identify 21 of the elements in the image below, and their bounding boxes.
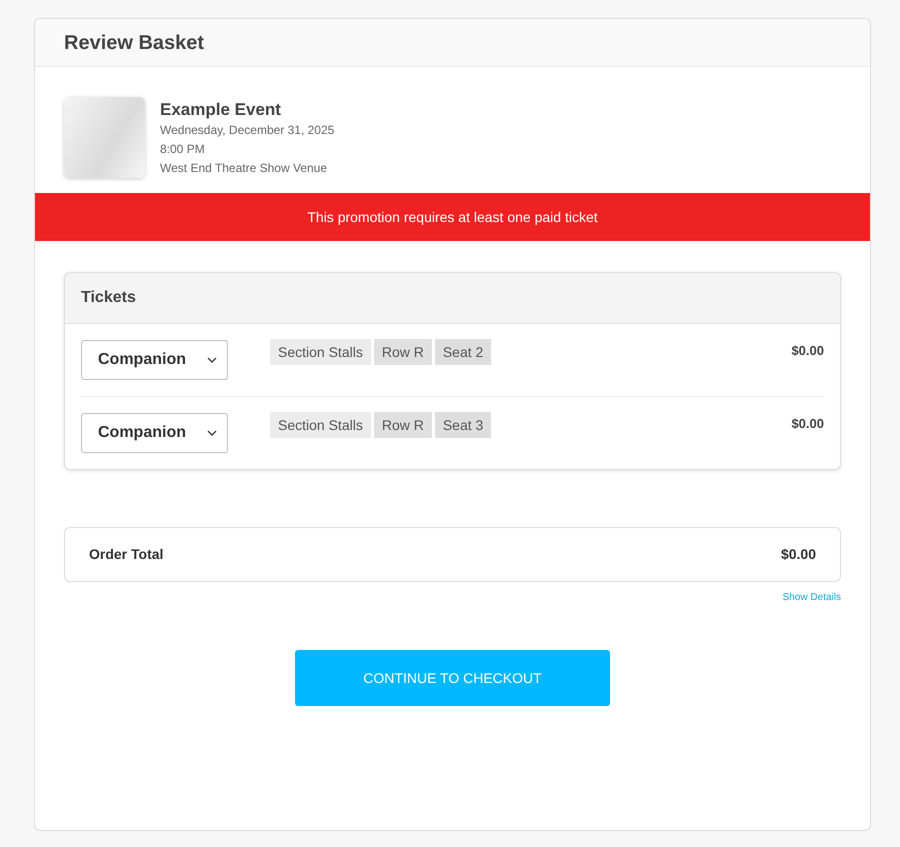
tickets-title: Tickets	[81, 288, 136, 308]
page-title: Review Basket	[64, 30, 204, 56]
seat-tag: Seat 2	[434, 339, 492, 365]
event-venue: West End Theatre Show Venue	[160, 160, 328, 177]
event-time: 8:00 PM	[160, 141, 206, 158]
seat-tag: Seat 3	[434, 412, 492, 438]
event-title: Example Event	[160, 99, 282, 121]
order-total-label: Order Total	[89, 545, 164, 564]
seat-tag: Section Stalls	[270, 339, 371, 365]
chevron-down-icon	[207, 430, 217, 436]
alert-message: This promotion requires at least one paid ticket	[307, 208, 598, 227]
seat-tag: Section Stalls	[270, 412, 371, 438]
seat-tag: Row R	[374, 412, 432, 438]
ticket-type-select[interactable]: Companion	[81, 413, 228, 453]
chevron-down-icon	[207, 357, 217, 363]
event-date: Wednesday, December 31, 2025	[160, 122, 334, 139]
ticket-price: $0.00	[791, 342, 824, 360]
seat-tag: Row R	[374, 339, 432, 365]
ticket-price: $0.00	[791, 415, 824, 433]
order-total-amount: $0.00	[780, 545, 816, 564]
ticket-type-select[interactable]: Companion	[81, 340, 228, 380]
